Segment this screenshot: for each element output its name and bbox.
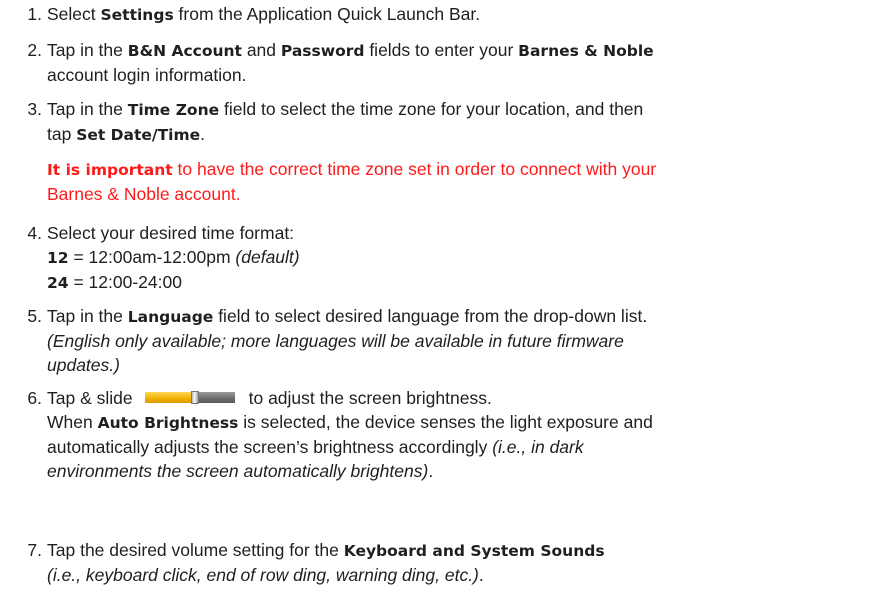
settings-term: Settings (100, 6, 174, 24)
step-number: 2. (27, 40, 42, 60)
step-number: 1. (27, 4, 42, 24)
brightness-slider-icon (144, 390, 235, 404)
step-number: 3. (27, 99, 42, 119)
step-number: 7. (27, 540, 42, 560)
instructions-document: 1. Select Settings from the Application … (0, 0, 875, 609)
important-note: It is important to have the correct time… (47, 159, 657, 179)
step-number: 6. (27, 388, 42, 408)
step-number: 5. (27, 306, 42, 326)
step-number: 4. (27, 223, 42, 243)
